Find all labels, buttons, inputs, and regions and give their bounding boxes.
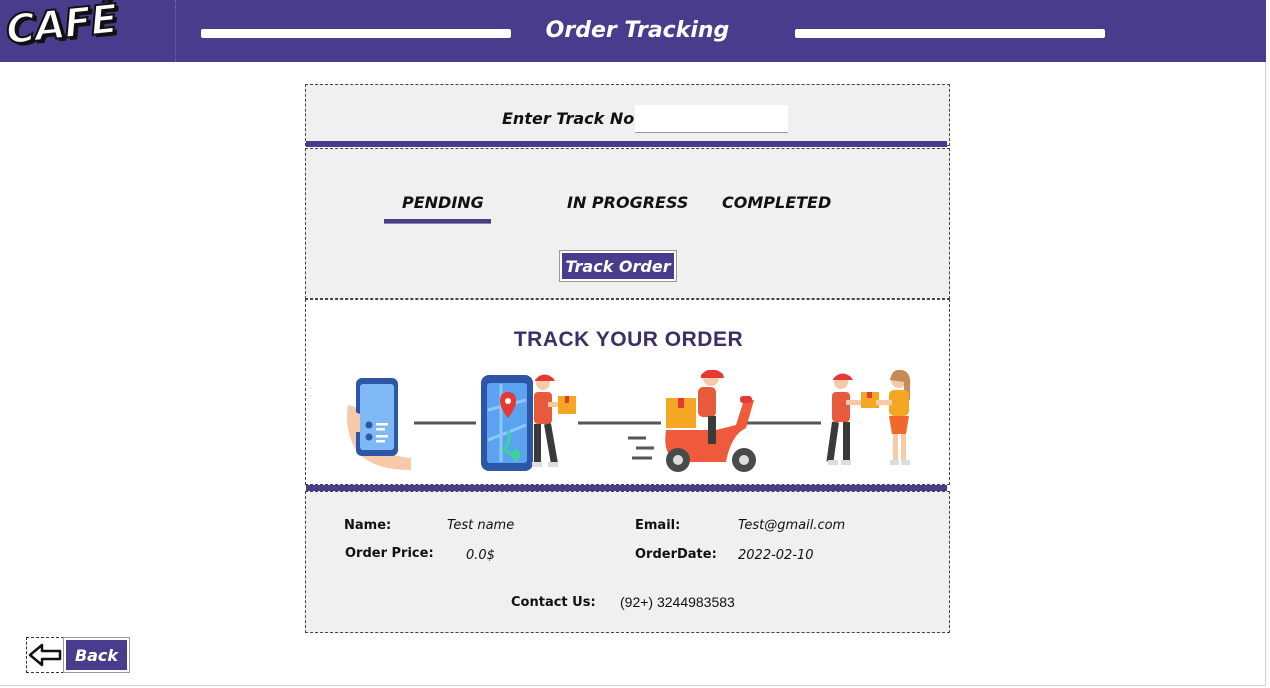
map-pin-icon	[481, 375, 533, 471]
track-number-panel: Enter Track No:	[305, 84, 950, 146]
email-value: Test@gmail.com	[738, 518, 846, 533]
smartphone-icon	[347, 378, 411, 470]
tab-completed[interactable]: COMPLETED	[722, 193, 831, 212]
name-value: Test name	[447, 518, 515, 533]
handover-icon	[826, 370, 911, 465]
tab-pending[interactable]: PENDING	[402, 193, 484, 212]
contact-label: Contact Us:	[511, 595, 596, 610]
divider	[306, 141, 947, 147]
order-price-label: Order Price:	[345, 546, 434, 561]
order-price-value: 0.0$	[466, 548, 495, 563]
track-number-label: Enter Track No:	[502, 109, 641, 128]
selected-tab-indicator	[384, 219, 491, 224]
order-details-panel: Name: Test name Email: Test@gmail.com Or…	[305, 491, 950, 633]
header-decor-line-left	[201, 29, 511, 38]
scooter-icon	[628, 370, 756, 472]
delivery-illustration	[347, 370, 911, 472]
back-arrow-icon[interactable]	[26, 637, 64, 673]
name-label: Name:	[344, 518, 392, 533]
header-bar: CAFÉ Order Tracking	[0, 0, 1266, 62]
contact-phone: (92+) 3244983583	[620, 594, 735, 610]
header-decor-line-right	[795, 29, 1105, 38]
order-date-label: OrderDate:	[635, 547, 717, 562]
track-order-button[interactable]: Track Order	[559, 250, 677, 282]
track-number-input[interactable]	[635, 105, 788, 133]
logo-text: CAFÉ	[3, 0, 120, 55]
tab-in-progress[interactable]: IN PROGRESS	[567, 193, 688, 212]
email-label: Email:	[635, 518, 681, 533]
order-date-value: 2022-02-10	[738, 548, 814, 563]
order-status-panel: PENDING IN PROGRESS COMPLETED Track Orde…	[305, 148, 950, 299]
app-window: CAFÉ Order Tracking Enter Track No: PEND…	[0, 0, 1266, 686]
delivery-man-icon	[532, 374, 576, 467]
track-illustration-panel: TRACK YOUR ORDER	[305, 299, 950, 485]
page-title: Order Tracking	[545, 18, 730, 43]
logo: CAFÉ	[0, 0, 176, 62]
back-button[interactable]: Back	[63, 637, 130, 673]
illustration-title: TRACK YOUR ORDER	[513, 328, 744, 351]
